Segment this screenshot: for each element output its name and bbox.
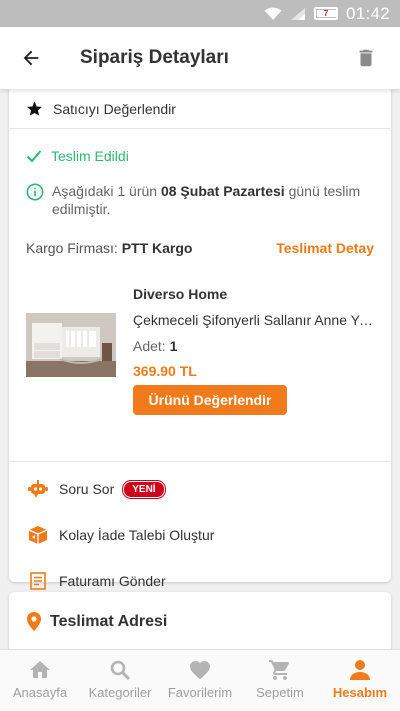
home-icon [30, 661, 50, 678]
product-brand: Diverso Home [133, 286, 228, 302]
address-title: Teslimat Adresi [9, 592, 391, 631]
nav-home-label: Anasayfa [12, 685, 68, 700]
order-detail-content[interactable]: Satıcıyı Değerlendir Teslim Edildi Aşağı… [0, 89, 400, 649]
order-card: Satıcıyı Değerlendir Teslim Edildi Aşağı… [9, 89, 391, 590]
rate-seller-row[interactable]: Satıcıyı Değerlendir [9, 89, 391, 129]
page-title: Sipariş Detayları [80, 47, 229, 68]
return-request-row[interactable]: Kolay İade Talebi Oluştur [9, 512, 391, 558]
product-name: Çekmeceli Şifonyerli Sallanır Anne Yanı … [133, 312, 374, 328]
delivery-status: Teslim Edildi [9, 129, 391, 164]
product-price: 369.90 TL [133, 363, 197, 379]
search-icon [110, 660, 131, 681]
nav-categories[interactable]: Kategoriler [80, 650, 160, 711]
product-quantity: Adet: 1 [133, 338, 178, 354]
invoice-icon [26, 572, 50, 590]
back-button[interactable] [0, 27, 62, 89]
signal-icon [290, 7, 305, 20]
battery-icon: 7 [313, 7, 338, 20]
star-icon [26, 100, 43, 117]
info-icon [26, 183, 44, 218]
return-request-label: Kolay İade Talebi Oluştur [59, 527, 215, 543]
product-image[interactable] [26, 313, 116, 377]
cargo-company: Kargo Firması: PTT Kargo [26, 240, 193, 256]
user-icon [350, 660, 370, 680]
wifi-icon [264, 7, 282, 20]
delivery-info: Aşağıdaki 1 ürün 08 Şubat Pazartesi günü… [9, 164, 391, 218]
nav-favorites-label: Favorilerim [167, 685, 233, 700]
app-bar: Sipariş Detayları [0, 27, 400, 89]
status-bar: 7 01:42 [0, 0, 400, 27]
delete-order-button[interactable] [340, 27, 392, 89]
trash-icon [359, 49, 373, 67]
cart-icon [269, 660, 290, 680]
nav-account[interactable]: Hesabım [320, 650, 400, 711]
address-card: Teslimat Adresi [9, 592, 391, 649]
nav-cart[interactable]: Sepetim [240, 650, 320, 711]
delivery-status-label: Teslim Edildi [51, 148, 129, 164]
ask-question-label: Soru Sor [59, 481, 115, 497]
nav-account-label: Hesabım [332, 685, 388, 700]
product-item[interactable]: Diverso Home Çekmeceli Şifonyerli Sallan… [9, 256, 391, 415]
cargo-row: Kargo Firması: PTT Kargo Teslimat Detay [9, 218, 391, 256]
new-badge: YENİ [123, 480, 165, 498]
nav-home[interactable]: Anasayfa [0, 650, 80, 711]
arrow-back-icon [23, 50, 39, 66]
ask-question-row[interactable]: Soru Sor YENİ [9, 466, 391, 512]
clock: 01:42 [345, 3, 390, 23]
rate-seller-label: Satıcıyı Değerlendir [53, 100, 176, 117]
check-icon [26, 149, 42, 163]
rate-product-button[interactable]: Ürünü Değerlendir [133, 385, 287, 415]
delivery-info-text: Aşağıdaki 1 ürün 08 Şubat Pazartesi günü… [52, 183, 361, 217]
nav-favorites[interactable]: Favorilerim [160, 650, 240, 711]
address-title-label: Teslimat Adresi [50, 612, 168, 630]
chat-bot-icon [26, 479, 50, 499]
delivery-detail-link[interactable]: Teslimat Detay [276, 240, 374, 256]
nav-cart-label: Sepetim [256, 685, 304, 700]
nav-categories-label: Kategoriler [88, 685, 152, 700]
send-invoice-label: Faturamı Gönder [59, 573, 166, 589]
divider [9, 461, 391, 462]
location-pin-icon [27, 612, 41, 631]
box-return-icon [26, 525, 50, 545]
bottom-navigation: Anasayfa Kategoriler Favorilerim Sepetim… [0, 649, 400, 711]
heart-icon [190, 661, 210, 680]
